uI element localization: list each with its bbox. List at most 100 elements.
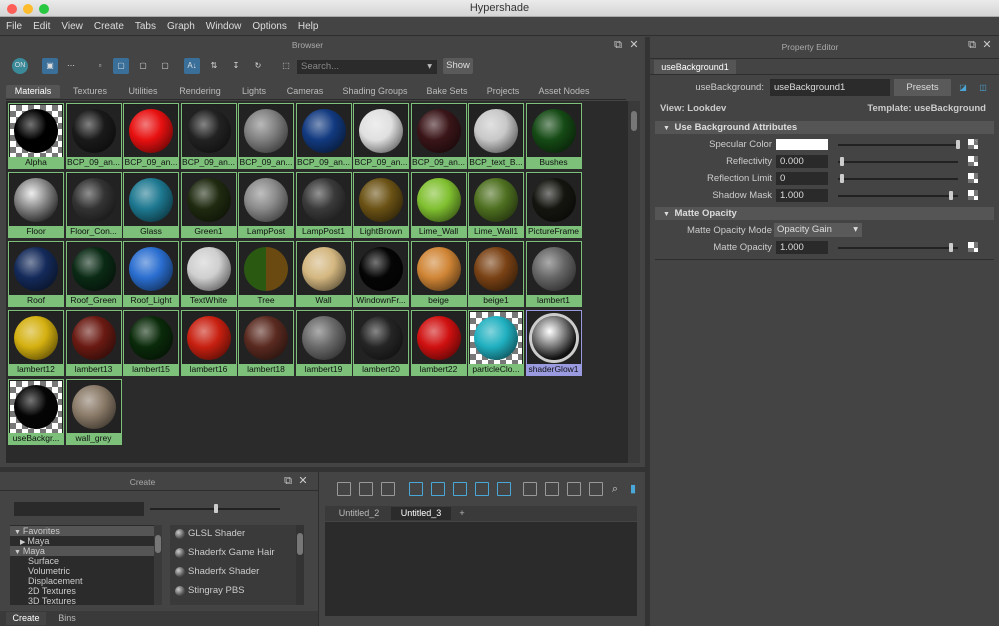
tab-untitled-3[interactable]: Untitled_3	[391, 507, 451, 520]
material-swatch[interactable]: LampPost1	[295, 172, 352, 238]
material-swatch[interactable]: lambert15	[123, 310, 179, 376]
map-button-icon[interactable]	[968, 139, 978, 149]
node-name-field[interactable]: useBackground1	[770, 79, 890, 96]
node-shaderfx-game-hair[interactable]: Shaderfx Game Hair	[170, 544, 294, 562]
tab-materials[interactable]: Materials	[6, 85, 60, 98]
add-tab-button[interactable]: +	[455, 507, 469, 520]
matte-opacity-slider[interactable]	[838, 247, 958, 249]
toggle-layout-icon[interactable]: ◫	[976, 80, 990, 94]
tab-projects[interactable]: Projects	[480, 85, 526, 98]
material-swatch[interactable]: lambert13	[65, 310, 122, 376]
tab-cameras[interactable]: Cameras	[280, 85, 330, 98]
menu-window[interactable]: Window	[206, 21, 242, 32]
show-button[interactable]: Show	[443, 58, 473, 74]
material-swatch[interactable]: BCP_09_an...	[65, 103, 122, 169]
close-create-icon[interactable]: ✕	[297, 475, 309, 487]
menu-create[interactable]: Create	[94, 21, 124, 32]
material-swatch[interactable]: lambert19	[295, 310, 352, 376]
float-create-icon[interactable]: ⧉	[282, 475, 294, 487]
reflection-limit-knob[interactable]	[840, 174, 844, 183]
material-swatch[interactable]: TextWhite	[180, 241, 237, 307]
small-icons-icon[interactable]: ▫	[92, 58, 108, 74]
matte-opacity-knob[interactable]	[949, 243, 953, 252]
map-button-icon[interactable]	[968, 156, 978, 166]
sort-type-icon[interactable]: ⇅	[206, 58, 222, 74]
material-swatch[interactable]: Glass	[123, 172, 179, 238]
shadow-mask-field[interactable]: 1.000	[776, 189, 828, 202]
xlarge-icons-icon[interactable]: ▢	[157, 58, 173, 74]
menu-options[interactable]: Options	[252, 21, 286, 32]
tab-lights[interactable]: Lights	[234, 85, 274, 98]
browser-scrollbar[interactable]	[628, 101, 640, 463]
matte-opacity-mode-select[interactable]: Opacity Gain ▾	[774, 223, 862, 237]
material-swatch[interactable]: shaderGlow1	[525, 310, 582, 376]
tab-bake-sets[interactable]: Bake Sets	[420, 85, 474, 98]
search-filter-icon[interactable]: ⬚	[278, 58, 294, 74]
graph-search-icon[interactable]: ⌕	[609, 483, 621, 495]
material-swatch[interactable]: Tree	[238, 241, 294, 307]
tree-item-volumetric[interactable]: Volumetric	[10, 566, 70, 576]
tab-create[interactable]: Create	[6, 612, 46, 625]
material-swatch[interactable]: Alpha	[8, 103, 64, 169]
material-swatch[interactable]: beige	[410, 241, 467, 307]
material-swatch[interactable]: lambert18	[238, 310, 294, 376]
menu-help[interactable]: Help	[298, 21, 319, 32]
refresh-icon[interactable]: ↻	[250, 58, 266, 74]
create-filter-input[interactable]	[14, 502, 144, 516]
node-tab[interactable]: useBackground1	[654, 60, 736, 74]
material-swatch[interactable]: beige1	[468, 241, 524, 307]
tree-item-favorites[interactable]: ▼ Favorites	[10, 526, 162, 536]
menu-graph[interactable]: Graph	[167, 21, 195, 32]
matte-opacity-field[interactable]: 1.000	[776, 241, 828, 254]
close-window-icon[interactable]	[7, 4, 17, 14]
tree-scrollbar[interactable]	[154, 525, 162, 605]
scroll-thumb[interactable]	[631, 111, 637, 131]
shadow-mask-knob[interactable]	[949, 191, 953, 200]
reflectivity-field[interactable]: 0.000	[776, 155, 828, 168]
float-prop-icon[interactable]: ⧉	[966, 39, 978, 51]
material-swatch[interactable]: lambert16	[180, 310, 237, 376]
menu-edit[interactable]: Edit	[33, 21, 50, 32]
large-icons-icon[interactable]: ▢	[135, 58, 151, 74]
sort-alpha-icon[interactable]: A↓	[184, 58, 200, 74]
material-swatch[interactable]: BCP_09_an...	[353, 103, 409, 169]
material-swatch[interactable]: BCP_09_an...	[410, 103, 467, 169]
tree-item-maya[interactable]: ▼ Maya	[10, 546, 162, 556]
node-shaderfx-shader[interactable]: Shaderfx Shader	[170, 563, 294, 581]
graph-output-icon[interactable]	[381, 482, 395, 496]
material-swatch[interactable]: Floor	[8, 172, 64, 238]
specular-color-slider[interactable]	[838, 144, 958, 146]
tab-utilities[interactable]: Utilities	[120, 85, 166, 98]
material-swatch[interactable]: BCP_09_an...	[180, 103, 237, 169]
material-swatch[interactable]: PictureFrame	[525, 172, 582, 238]
material-swatch[interactable]: LampPost	[238, 172, 294, 238]
graph-list-2-icon[interactable]	[545, 482, 559, 496]
material-swatch[interactable]: Roof_Green	[65, 241, 122, 307]
material-swatch[interactable]: lambert12	[8, 310, 64, 376]
menu-file[interactable]: File	[6, 21, 22, 32]
reflection-limit-field[interactable]: 0	[776, 172, 828, 185]
graph-layout-icon[interactable]	[431, 482, 445, 496]
tree-item-displacement[interactable]: Displacement	[10, 576, 83, 586]
material-swatch[interactable]: Wall	[295, 241, 352, 307]
material-swatch[interactable]: lambert1	[525, 241, 582, 307]
material-swatch[interactable]: BCP_09_an...	[123, 103, 179, 169]
graph-canvas[interactable]	[325, 522, 637, 616]
section-matte-opacity[interactable]: ▼ Matte Opacity	[655, 207, 994, 220]
menu-view[interactable]: View	[61, 21, 83, 32]
tab-textures[interactable]: Textures	[66, 85, 114, 98]
view-list-icon[interactable]: ⋯	[63, 58, 79, 74]
tree-item-2d-textures[interactable]: 2D Textures	[10, 586, 76, 596]
tab-bins[interactable]: Bins	[50, 612, 84, 625]
menu-tabs[interactable]: Tabs	[135, 21, 156, 32]
tab-rendering[interactable]: Rendering	[172, 85, 228, 98]
material-swatch[interactable]: Roof	[8, 241, 64, 307]
tab-shading-groups[interactable]: Shading Groups	[336, 85, 414, 98]
material-swatch[interactable]: BCP_09_an...	[238, 103, 294, 169]
material-swatch[interactable]: Green1	[180, 172, 237, 238]
material-swatch[interactable]: BCP_09_an...	[295, 103, 352, 169]
graph-list-4-icon[interactable]	[589, 482, 603, 496]
tree-item-3d-textures[interactable]: 3D Textures	[10, 596, 76, 605]
dropdown-arrow-icon[interactable]: ▾	[427, 61, 432, 72]
material-swatch[interactable]: Floor_Con...	[65, 172, 122, 238]
